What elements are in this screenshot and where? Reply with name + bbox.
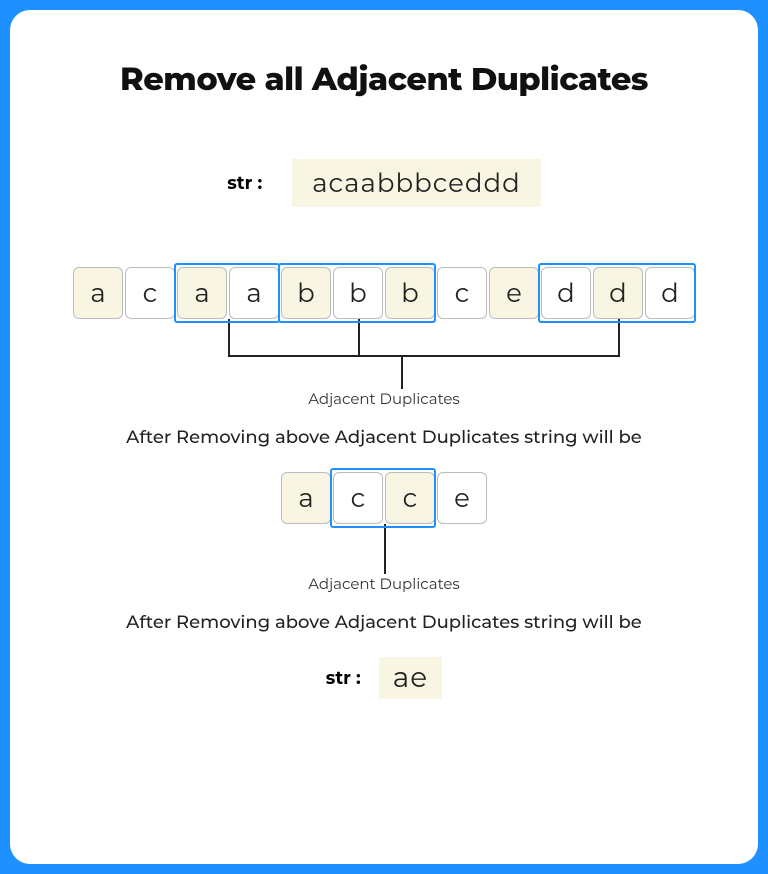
- duplicate-group-box: [538, 263, 696, 323]
- char-row-1: acaabbbceddd: [72, 267, 696, 319]
- row2-annotation-label: Adjacent Duplicates: [40, 574, 728, 593]
- connector-vertical: [228, 319, 230, 355]
- output-value-box: ae: [379, 657, 442, 699]
- connector-vertical: [358, 319, 360, 355]
- row1-annotation-label: Adjacent Duplicates: [40, 389, 728, 408]
- char-cell: e: [437, 472, 487, 524]
- connector-horizontal: [228, 355, 620, 357]
- caption-after-step1: After Removing above Adjacent Duplicates…: [40, 426, 728, 448]
- caption-after-step2: After Removing above Adjacent Duplicates…: [40, 611, 728, 633]
- char-cell: c: [125, 267, 175, 319]
- char-cell: c: [437, 267, 487, 319]
- output-label: str :: [326, 667, 361, 689]
- duplicate-group-box: [174, 263, 280, 323]
- connector-vertical: [618, 319, 620, 355]
- input-label: str :: [227, 172, 262, 194]
- diagram-frame: Remove all Adjacent Duplicates str : aca…: [10, 10, 758, 864]
- page-title: Remove all Adjacent Duplicates: [40, 60, 728, 99]
- char-cell: a: [73, 267, 123, 319]
- char-cell: e: [489, 267, 539, 319]
- row1-connectors: [40, 319, 728, 389]
- input-string-line: str : acaabbbceddd: [40, 159, 728, 207]
- connector-stem: [384, 550, 386, 574]
- connector-stem: [401, 355, 403, 389]
- duplicate-group-box: [278, 263, 436, 323]
- row2-connectors: [40, 524, 728, 574]
- input-value-box: acaabbbceddd: [292, 159, 541, 207]
- char-cell: a: [281, 472, 331, 524]
- output-string-line: str : ae: [40, 657, 728, 699]
- duplicate-group-box: [330, 468, 436, 528]
- char-row-2: acce: [280, 472, 488, 524]
